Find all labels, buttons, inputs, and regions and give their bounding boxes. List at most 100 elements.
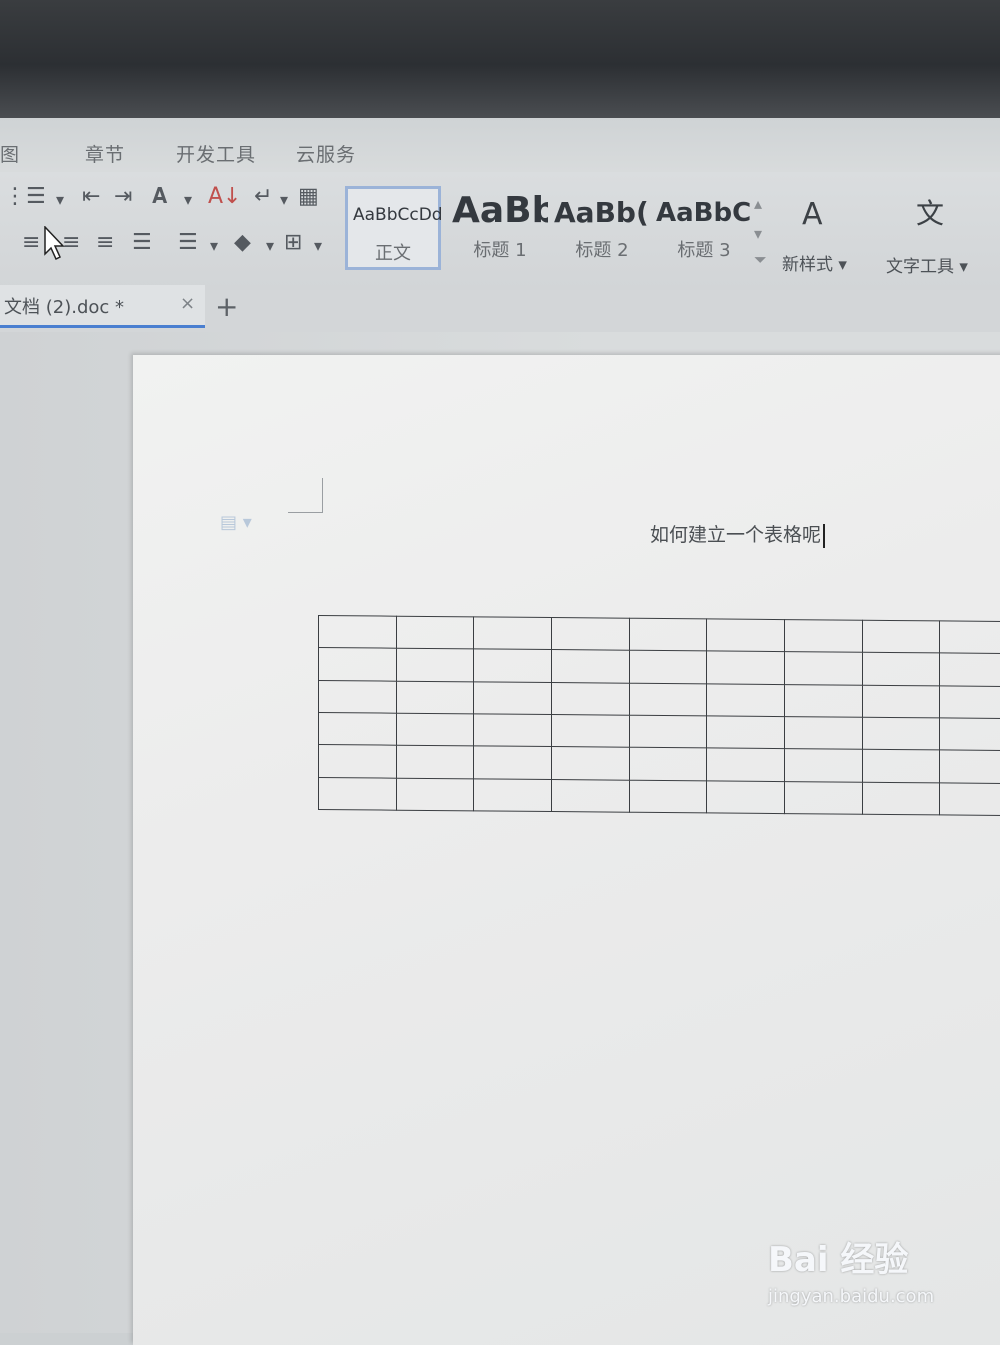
table-cell[interactable] <box>940 621 1000 654</box>
add-tab-button[interactable]: + <box>215 290 238 323</box>
new-style-icon[interactable]: A <box>802 200 823 230</box>
table-cell[interactable] <box>396 616 474 649</box>
table-cell[interactable] <box>551 715 629 748</box>
document-tab[interactable]: 文档 (2).doc * × <box>0 285 205 328</box>
table-cell[interactable] <box>319 648 397 681</box>
table-cell[interactable] <box>940 783 1000 816</box>
style-sample: AaBbC <box>656 198 752 228</box>
table-cell[interactable] <box>707 651 785 684</box>
document-table[interactable] <box>318 615 1000 816</box>
table-cell[interactable] <box>551 747 629 780</box>
gallery-scroll-up-icon[interactable]: ▴ <box>754 196 762 212</box>
text-tools-button[interactable]: 文字工具 ▾ <box>886 252 968 277</box>
table-cell[interactable] <box>396 681 474 714</box>
table-insert-icon[interactable]: ▦ <box>298 186 319 208</box>
paragraph-handle-icon[interactable]: ▤ ▾ <box>220 512 252 533</box>
gallery-more-icon[interactable]: ⏷ <box>754 252 767 268</box>
table-cell[interactable] <box>319 745 397 778</box>
align-left-icon[interactable]: ≡ <box>22 232 40 254</box>
show-marks-icon[interactable]: ↵ <box>254 186 272 208</box>
text-tools-icon[interactable]: 文 <box>916 200 944 228</box>
document-heading-text[interactable]: 如何建立一个表格呢 <box>650 520 825 548</box>
table-cell[interactable] <box>319 616 397 649</box>
table-cell[interactable] <box>319 712 397 745</box>
style-heading-2[interactable]: AaBb( 标题 2 <box>554 186 650 270</box>
document-page[interactable] <box>133 355 1000 1345</box>
table-cell[interactable] <box>940 686 1000 719</box>
heading-text: 如何建立一个表格呢 <box>650 524 821 546</box>
decrease-indent-icon[interactable]: ⇤ <box>82 186 100 208</box>
menu-item-view[interactable]: 图 <box>0 140 20 167</box>
text-direction-icon[interactable]: 𝐀 <box>152 186 167 208</box>
increase-indent-icon[interactable]: ⇥ <box>114 186 132 208</box>
table-cell[interactable] <box>319 777 397 810</box>
table-cell[interactable] <box>474 714 552 747</box>
table-cell[interactable] <box>396 649 474 682</box>
table-cell[interactable] <box>784 781 862 814</box>
table-cell[interactable] <box>396 745 474 778</box>
table-cell[interactable] <box>940 653 1000 686</box>
document-table-grid[interactable] <box>318 615 1000 816</box>
chevron-down-icon[interactable]: ▾ <box>56 192 64 208</box>
table-cell[interactable] <box>396 778 474 811</box>
table-cell[interactable] <box>629 748 707 781</box>
table-cell[interactable] <box>629 618 707 651</box>
table-cell[interactable] <box>784 684 862 717</box>
chevron-down-icon[interactable]: ▾ <box>210 238 218 254</box>
chevron-down-icon[interactable]: ▾ <box>184 192 192 208</box>
table-cell[interactable] <box>707 684 785 717</box>
menu-item-section[interactable]: 章节 <box>85 140 125 167</box>
border-icon[interactable]: ⊞ <box>284 232 302 254</box>
bullet-list-icon[interactable]: ⋮☰ <box>4 186 46 208</box>
table-cell[interactable] <box>862 653 940 686</box>
menu-item-cloud-service[interactable]: 云服务 <box>296 140 356 167</box>
shading-icon[interactable]: ◆ <box>234 232 251 254</box>
table-cell[interactable] <box>474 649 552 682</box>
table-cell[interactable] <box>862 685 940 718</box>
gallery-scroll-down-icon[interactable]: ▾ <box>754 226 762 242</box>
table-cell[interactable] <box>319 680 397 713</box>
style-heading-1[interactable]: AaBb 标题 1 <box>452 186 548 270</box>
menu-item-dev-tools[interactable]: 开发工具 <box>176 140 256 167</box>
table-cell[interactable] <box>551 682 629 715</box>
table-cell[interactable] <box>784 749 862 782</box>
table-cell[interactable] <box>862 782 940 815</box>
table-cell[interactable] <box>629 715 707 748</box>
table-cell[interactable] <box>629 651 707 684</box>
line-spacing-icon[interactable]: ☰ <box>178 232 198 254</box>
table-cell[interactable] <box>707 748 785 781</box>
justify-icon[interactable]: ☰ <box>132 232 152 254</box>
chevron-down-icon[interactable]: ▾ <box>280 192 288 208</box>
table-cell[interactable] <box>862 717 940 750</box>
table-cell[interactable] <box>551 779 629 812</box>
table-cell[interactable] <box>629 780 707 813</box>
table-cell[interactable] <box>629 683 707 716</box>
chevron-down-icon[interactable]: ▾ <box>266 238 274 254</box>
style-sample: AaBb <box>452 190 548 231</box>
table-cell[interactable] <box>551 650 629 683</box>
watermark-url: jingyan.baidu.com <box>768 1286 934 1307</box>
table-cell[interactable] <box>784 717 862 750</box>
table-cell[interactable] <box>396 713 474 746</box>
new-style-button[interactable]: 新样式 ▾ <box>782 250 847 275</box>
align-right-icon[interactable]: ≡ <box>96 232 114 254</box>
table-cell[interactable] <box>707 716 785 749</box>
sort-icon[interactable]: A↓ <box>208 186 241 208</box>
table-cell[interactable] <box>551 618 629 651</box>
table-cell[interactable] <box>474 682 552 715</box>
table-cell[interactable] <box>862 620 940 653</box>
close-icon[interactable]: × <box>180 293 195 314</box>
table-cell[interactable] <box>940 718 1000 751</box>
chevron-down-icon[interactable]: ▾ <box>314 238 322 254</box>
table-cell[interactable] <box>784 620 862 653</box>
table-cell[interactable] <box>474 746 552 779</box>
table-cell[interactable] <box>707 781 785 814</box>
table-cell[interactable] <box>474 779 552 812</box>
table-cell[interactable] <box>784 652 862 685</box>
table-cell[interactable] <box>474 617 552 650</box>
table-cell[interactable] <box>940 750 1000 783</box>
table-cell[interactable] <box>862 750 940 783</box>
style-normal[interactable]: AaBbCcDd 正文 <box>345 186 441 270</box>
style-heading-3[interactable]: AaBbC 标题 3 <box>656 186 752 270</box>
table-cell[interactable] <box>707 619 785 652</box>
